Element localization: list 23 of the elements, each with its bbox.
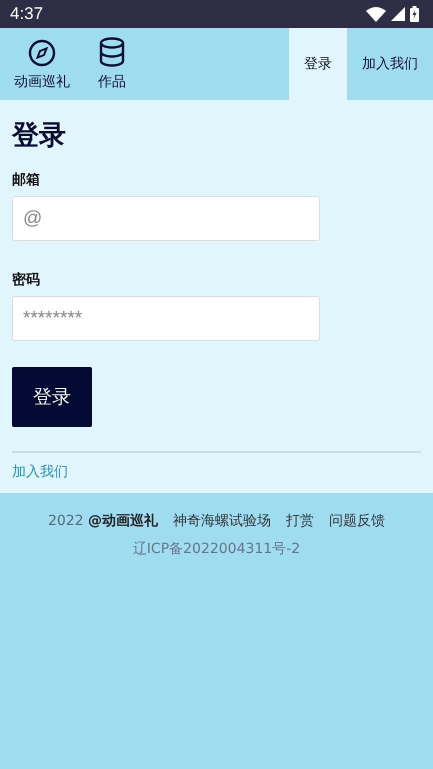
footer-link[interactable]: 神奇海螺试验场	[173, 512, 272, 530]
nav-item[interactable]: 动画巡礼	[14, 28, 70, 100]
input-field[interactable]: ********	[12, 296, 320, 342]
nav-label: 动画巡礼	[14, 73, 70, 91]
field-label: 邮箱	[12, 171, 41, 190]
signal-icon	[391, 7, 405, 21]
page-title: 登录	[12, 119, 67, 153]
icp-text: 辽ICP备2022004311号-2	[132, 540, 300, 558]
wifi-icon	[366, 6, 386, 22]
field-label: 密码	[12, 271, 41, 290]
nav-tab[interactable]: 登录	[289, 28, 347, 100]
battery-icon	[410, 6, 419, 22]
database-icon	[98, 37, 126, 67]
input-field[interactable]: @	[12, 196, 320, 242]
footer-link[interactable]: 问题反馈	[329, 512, 386, 530]
login-button[interactable]: 登录	[12, 367, 92, 428]
status-time: 4:37	[10, 4, 44, 24]
nav-item[interactable]: 作品	[98, 28, 126, 100]
footer-link[interactable]: 打赏	[286, 512, 314, 530]
compass-icon	[28, 39, 56, 67]
copyright-text: 2022 @动画巡礼	[48, 512, 158, 530]
nav-tab[interactable]: 加入我们	[347, 28, 433, 100]
nav-label: 作品	[98, 73, 126, 91]
